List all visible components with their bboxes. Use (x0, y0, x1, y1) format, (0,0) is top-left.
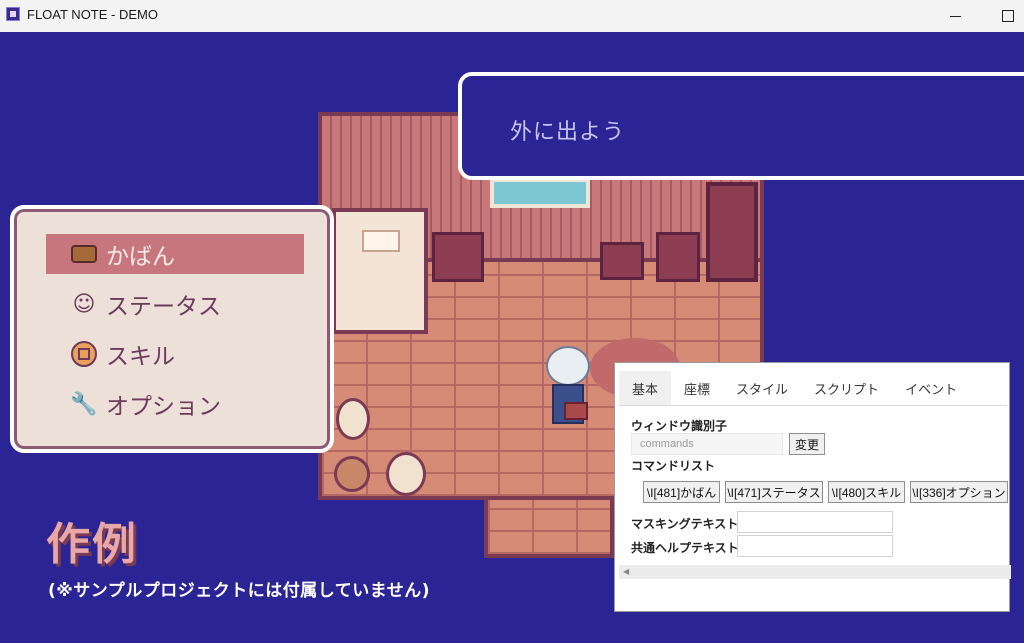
title-bar: FLOAT NOTE - DEMO (0, 0, 1024, 32)
bag-icon (70, 240, 98, 268)
help-text-input[interactable] (737, 535, 893, 557)
drawer (656, 232, 700, 282)
menu-item-label: オプション (106, 394, 221, 420)
editor-tabs: 基本 座標 スタイル スクリプト イベント (619, 371, 970, 405)
scroll-left-icon[interactable]: ◀ (623, 567, 629, 576)
editor-panel: 基本 座標 スタイル スクリプト イベント ウィンドウ識別子 commands … (614, 362, 1011, 612)
command-menu: かばん ☺ ステータス スキル 🔧 オプション (10, 205, 334, 453)
minimize-button[interactable] (932, 0, 978, 32)
help-text-label: 共通ヘルプテキスト (631, 541, 739, 555)
window-id-label: ウィンドウ識別子 (631, 419, 728, 433)
pot (336, 398, 370, 440)
command-button-bag[interactable]: \I[481]かばん (643, 481, 720, 503)
maximize-button[interactable] (985, 0, 1024, 32)
sample-note: (※サンプルプロジェクトには付属していません) (48, 581, 431, 601)
horizontal-scrollbar[interactable] (619, 565, 1011, 579)
tab-event[interactable]: イベント (892, 371, 970, 405)
dresser (600, 242, 644, 280)
masking-text-label: マスキングテキスト (631, 517, 739, 531)
wrench-icon: 🔧 (70, 391, 98, 417)
window-title: FLOAT NOTE - DEMO (27, 7, 158, 22)
window-id-input[interactable]: commands (631, 433, 783, 455)
app-icon (6, 7, 20, 21)
tab-style[interactable]: スタイル (723, 371, 801, 405)
command-button-option[interactable]: \I[336]オプション (910, 481, 1008, 503)
command-list-label: コマンドリスト (631, 459, 716, 473)
command-button-status[interactable]: \I[471]ステータス (725, 481, 823, 503)
command-button-skill[interactable]: \I[480]スキル (828, 481, 905, 503)
menu-item-label: ステータス (106, 294, 221, 320)
masking-text-input[interactable] (737, 511, 893, 533)
bed (332, 208, 428, 334)
player-character (540, 346, 596, 444)
tab-divider (619, 405, 1007, 406)
menu-item-label: かばん (106, 244, 175, 270)
character-icon: ☺ (72, 291, 96, 317)
menu-item-label: スキル (106, 344, 175, 370)
room-window (490, 178, 590, 208)
room-door (706, 182, 758, 282)
menu-item-status[interactable]: ☺ ステータス (46, 284, 304, 324)
menu-item-skill[interactable]: スキル (46, 334, 304, 374)
menu-item-option[interactable]: 🔧 オプション (46, 384, 304, 424)
sample-title: 作例 (46, 519, 138, 570)
change-button[interactable]: 変更 (789, 433, 825, 455)
tab-script[interactable]: スクリプト (801, 371, 892, 405)
cabinet (432, 232, 484, 282)
bucket (334, 456, 370, 492)
menu-item-bag[interactable]: かばん (46, 234, 304, 274)
jar (386, 452, 426, 496)
tab-basic[interactable]: 基本 (619, 371, 672, 405)
tab-position[interactable]: 座標 (671, 371, 723, 405)
message-window: 外に出よう (458, 72, 1024, 180)
room-floor-extension (484, 500, 614, 558)
message-text: 外に出よう (510, 120, 626, 145)
skill-icon (70, 340, 98, 368)
